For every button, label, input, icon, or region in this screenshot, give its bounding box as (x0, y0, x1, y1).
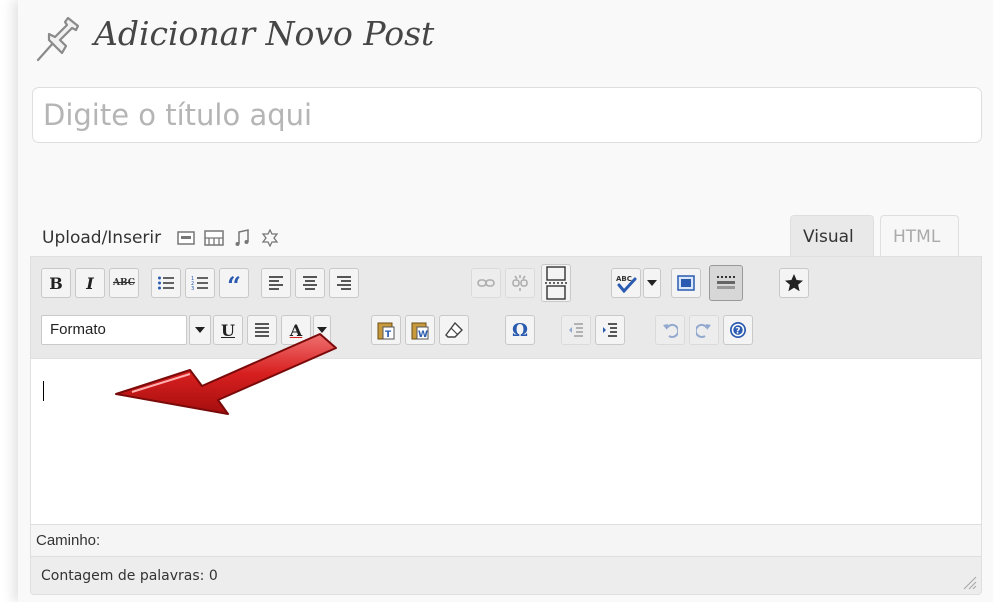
align-right-button[interactable] (329, 268, 359, 298)
link-icon (477, 279, 495, 287)
chevron-down-icon (317, 327, 327, 333)
underline-icon: U (221, 320, 235, 340)
upload-insert-label: Upload/Inserir (42, 228, 162, 248)
align-right-icon (337, 276, 351, 290)
star-button[interactable] (779, 268, 809, 298)
redo-icon (696, 323, 711, 338)
paste-text-icon: T (377, 322, 395, 340)
tab-html[interactable]: HTML (880, 215, 959, 257)
insert-more-button[interactable] (541, 264, 571, 302)
kitchen-sink-icon (717, 276, 735, 289)
resize-handle-icon[interactable] (961, 574, 977, 590)
svg-text:ABC: ABC (616, 275, 632, 283)
tab-visual[interactable]: Visual (790, 215, 874, 257)
undo-button[interactable] (655, 315, 685, 345)
bullet-list-button[interactable] (151, 268, 181, 298)
outdent-button[interactable] (561, 315, 591, 345)
bold-button[interactable]: B (41, 268, 71, 298)
unlink-button[interactable] (505, 268, 535, 298)
eraser-icon (445, 322, 463, 338)
paste-word-button[interactable]: W (405, 315, 435, 345)
indent-button[interactable] (595, 315, 625, 345)
indent-icon (603, 323, 617, 337)
svg-text:3: 3 (191, 286, 194, 291)
outdent-icon (569, 323, 583, 337)
strikethrough-icon: ABC (113, 278, 135, 288)
editor-toolbar: B I ABC 123 “ ABC Formato U A T W Ω ? (31, 257, 981, 358)
editor-content-area[interactable] (31, 358, 981, 525)
path-bar: Caminho: (31, 525, 981, 557)
media-icon[interactable] (259, 228, 281, 248)
justify-icon (255, 323, 269, 337)
paste-text-button[interactable]: T (371, 315, 401, 345)
align-left-button[interactable] (261, 268, 291, 298)
word-count: Contagem de palavras: 0 (31, 557, 981, 594)
remove-format-button[interactable] (439, 315, 469, 345)
special-character-button[interactable]: Ω (505, 315, 535, 345)
numbered-list-icon: 123 (191, 276, 208, 291)
unlink-icon (512, 275, 528, 291)
post-title-input[interactable] (32, 87, 982, 143)
italic-button[interactable]: I (75, 268, 105, 298)
format-dropdown-button[interactable] (189, 315, 211, 345)
redo-button[interactable] (689, 315, 719, 345)
rich-text-editor: B I ABC 123 “ ABC Formato U A T W Ω ? Ca… (30, 256, 982, 595)
kitchen-sink-button[interactable] (709, 265, 743, 301)
undo-icon (663, 323, 678, 338)
bold-icon: B (49, 273, 63, 293)
text-color-dropdown[interactable] (313, 315, 331, 345)
more-tag-icon (545, 266, 567, 300)
chevron-down-icon (195, 327, 205, 333)
align-center-button[interactable] (295, 268, 325, 298)
svg-text:?: ? (735, 327, 740, 337)
spellcheck-button[interactable]: ABC (611, 268, 641, 298)
help-icon: ? (730, 322, 746, 338)
spellcheck-icon: ABC (616, 275, 637, 293)
svg-text:T: T (385, 330, 392, 340)
bullet-list-icon (158, 276, 174, 290)
format-select[interactable]: Formato (41, 315, 187, 345)
fullscreen-button[interactable] (671, 268, 701, 298)
text-cursor (43, 381, 44, 401)
pushpin-icon (36, 16, 80, 62)
omega-icon: Ω (511, 319, 529, 341)
spellcheck-language-dropdown[interactable] (643, 268, 661, 298)
audio-icon[interactable] (231, 228, 253, 248)
insert-link-button[interactable] (471, 268, 501, 298)
chevron-down-icon (647, 280, 657, 286)
justify-button[interactable] (247, 315, 277, 345)
image-icon[interactable] (175, 228, 197, 248)
help-button[interactable]: ? (723, 315, 753, 345)
align-left-icon (269, 276, 283, 290)
video-icon[interactable] (203, 228, 225, 248)
page-title: Adicionar Novo Post (94, 14, 435, 53)
blockquote-icon: “ (227, 271, 241, 300)
align-center-icon (303, 276, 317, 290)
media-upload-row: Upload/Inserir (42, 226, 287, 250)
numbered-list-button[interactable]: 123 (185, 268, 215, 298)
paste-word-icon: W (411, 322, 429, 340)
svg-text:W: W (418, 330, 428, 340)
text-color-icon: A (289, 320, 303, 340)
blockquote-button[interactable]: “ (219, 268, 249, 298)
text-color-button[interactable]: A (281, 315, 311, 345)
star-icon (785, 274, 803, 292)
strikethrough-button[interactable]: ABC (109, 268, 139, 298)
italic-icon: I (86, 273, 94, 293)
fullscreen-icon (677, 275, 695, 291)
underline-button[interactable]: U (213, 315, 243, 345)
